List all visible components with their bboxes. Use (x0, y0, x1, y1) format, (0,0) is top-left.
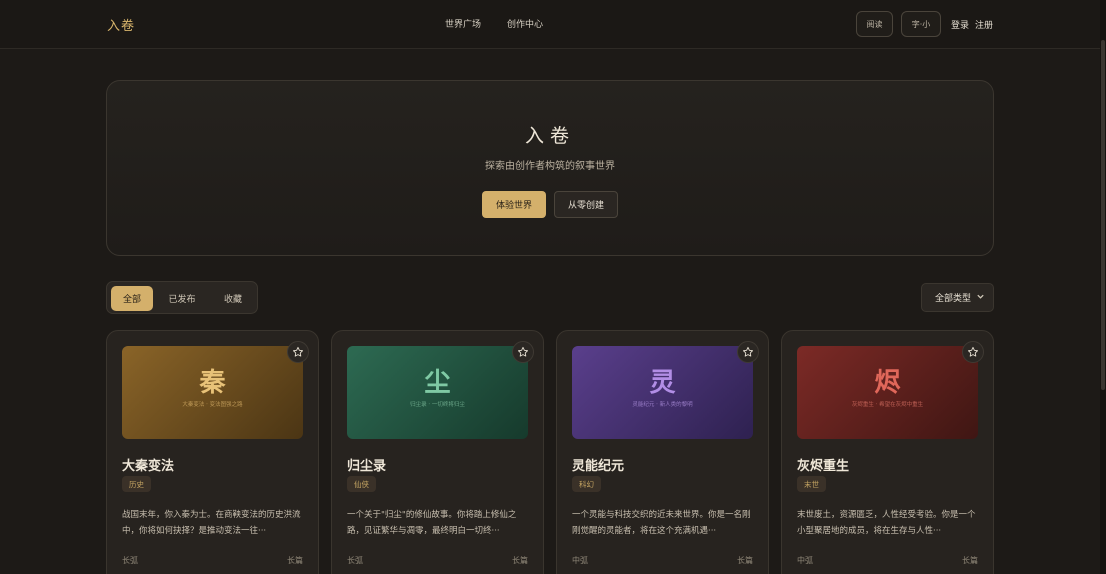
tab-favorites[interactable]: 收藏 (211, 286, 255, 311)
hero-subtitle: 探索由创作者构筑的叙事世界 (485, 161, 615, 172)
hero-banner: 入卷 探索由创作者构筑的叙事世界 体验世界 从零创建 (106, 80, 994, 256)
arc-length-label: 长弧 (347, 556, 363, 565)
type-filter-value: 全部类型 (935, 294, 972, 304)
cover-tagline: 灰烬重生 · 希望在灰烬中重生 (851, 402, 924, 408)
card-description: 一个关于"归尘"的修仙故事。你将踏上修仙之路，见证繁华与凋零，最终明白一切终··… (347, 510, 517, 536)
filter-tabs: 全部 已发布 收藏 (106, 281, 258, 314)
arc-length-label: 中弧 (797, 556, 813, 565)
favorite-star-icon[interactable] (287, 341, 309, 363)
card-cover[interactable]: 灵 灵能纪元 · 新人类的黎明 (572, 346, 753, 439)
brand-logo[interactable]: 入卷 (107, 15, 135, 34)
card-title[interactable]: 灵能纪元 (572, 455, 624, 474)
scrollbar-thumb[interactable] (1101, 40, 1105, 390)
nav-link-creation-center[interactable]: 创作中心 (507, 17, 543, 30)
favorite-star-icon[interactable] (737, 341, 759, 363)
world-card[interactable]: 灵 灵能纪元 · 新人类的黎明 灵能纪元 科幻 一个灵能与科技交织的近未来世界。… (556, 330, 769, 574)
card-title[interactable]: 大秦变法 (122, 455, 174, 474)
world-card[interactable]: 秦 大秦变法 · 变法图强之路 大秦变法 历史 战国末年，你入秦为士。在商鞅变法… (106, 330, 319, 574)
genre-badge: 科幻 (572, 476, 601, 492)
nav-link-world-plaza[interactable]: 世界广场 (445, 17, 481, 30)
card-title[interactable]: 归尘录 (347, 455, 386, 474)
work-length-label: 长篇 (737, 556, 753, 565)
world-card[interactable]: 烬 灰烬重生 · 希望在灰烬中重生 灰烬重生 末世 末世废土，资源匮乏，人性经受… (781, 330, 994, 574)
arc-length-label: 中弧 (572, 556, 588, 565)
tab-published[interactable]: 已发布 (160, 286, 204, 311)
world-card[interactable]: 尘 归尘录 · 一切终将归尘 归尘录 仙侠 一个关于"归尘"的修仙故事。你将踏上… (331, 330, 544, 574)
card-title[interactable]: 灰烬重生 (797, 455, 849, 474)
explore-world-button[interactable]: 体验世界 (482, 191, 546, 218)
top-nav: 入卷 世界广场 创作中心 阅读 字·小 登录 注册 (0, 0, 1106, 49)
hero-title: 入卷 (524, 125, 575, 147)
type-filter-select[interactable]: 全部类型 (921, 283, 994, 312)
arc-length-label: 长弧 (122, 556, 138, 565)
favorite-star-icon[interactable] (512, 341, 534, 363)
font-size-button[interactable]: 字·小 (901, 11, 941, 37)
cover-glyph: 灵 (649, 368, 676, 398)
genre-badge: 末世 (797, 476, 826, 492)
card-cover[interactable]: 尘 归尘录 · 一切终将归尘 (347, 346, 528, 439)
work-length-label: 长篇 (512, 556, 528, 565)
card-cover[interactable]: 秦 大秦变法 · 变法图强之路 (122, 346, 303, 439)
card-description: 一个灵能与科技交织的近未来世界。你是一名刚刚觉醒的灵能者，将在这个充满机遇··· (572, 510, 751, 536)
work-length-label: 长篇 (287, 556, 303, 565)
chevron-down-icon (976, 292, 985, 304)
genre-badge: 仙侠 (347, 476, 376, 492)
favorite-star-icon[interactable] (962, 341, 984, 363)
cover-glyph: 烬 (874, 368, 901, 398)
cover-tagline: 灵能纪元 · 新人类的黎明 (632, 402, 693, 408)
page-scrollbar[interactable] (1100, 0, 1106, 574)
card-description: 战国末年，你入秦为士。在商鞅变法的历史洪流中，你将如何抉择？是推动变法一往··· (122, 510, 301, 536)
create-from-scratch-button[interactable]: 从零创建 (554, 191, 618, 218)
work-length-label: 长篇 (962, 556, 978, 565)
cover-tagline: 归尘录 · 一切终将归尘 (410, 402, 465, 408)
card-cover[interactable]: 烬 灰烬重生 · 希望在灰烬中重生 (797, 346, 978, 439)
cover-tagline: 大秦变法 · 变法图强之路 (182, 402, 243, 408)
card-description: 末世废土，资源匮乏，人性经受考验。你是一个小型聚居地的成员，将在生存与人性··· (797, 510, 976, 536)
register-link[interactable]: 注册 (975, 18, 993, 31)
tab-all[interactable]: 全部 (111, 286, 153, 311)
cover-glyph: 尘 (424, 368, 451, 398)
login-link[interactable]: 登录 (951, 18, 969, 31)
genre-badge: 历史 (122, 476, 151, 492)
read-mode-button[interactable]: 阅读 (856, 11, 893, 37)
cover-glyph: 秦 (199, 368, 226, 398)
